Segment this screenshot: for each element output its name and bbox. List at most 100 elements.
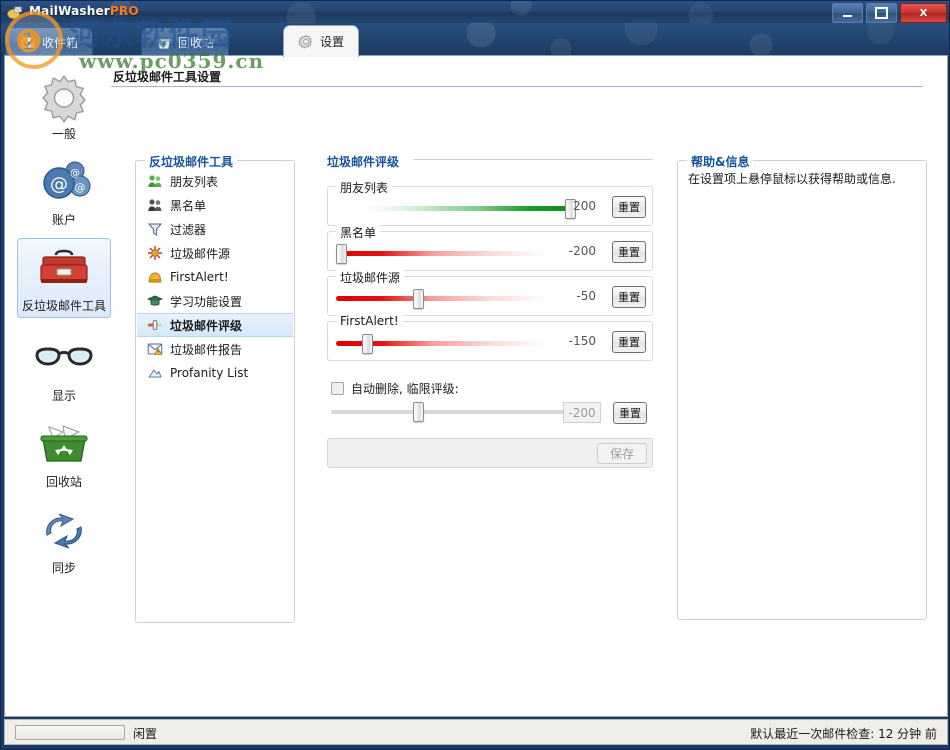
app-title-main: MailWasher: [29, 4, 110, 18]
rail-item-sync[interactable]: 同步: [17, 500, 111, 580]
status-bar: 闲置 默认最近一次邮件检查: 12 分钟 前: [4, 719, 948, 745]
settings-category-rail: 一般 @ @ @ 账户: [5, 56, 109, 716]
tool-item-learning-settings[interactable]: 学习功能设置: [137, 289, 293, 313]
spam-source-icon: [147, 245, 163, 261]
reset-button-auto-delete[interactable]: 重置: [613, 402, 647, 424]
slider-firstalert-track-area[interactable]: [336, 334, 548, 352]
tool-item-spam-rating[interactable]: 垃圾邮件评级: [137, 313, 293, 337]
spam-rating-legend: 垃圾邮件评级: [327, 153, 403, 170]
rail-item-antispam-tools-label: 反垃圾邮件工具: [22, 297, 106, 314]
rail-item-accounts[interactable]: @ @ @ 账户: [17, 152, 111, 232]
reset-button-spam-sources[interactable]: 重置: [612, 286, 646, 308]
tab-inbox[interactable]: 收件箱: [5, 27, 93, 57]
slider-firstalert-legend: FirstAlert!: [336, 314, 403, 328]
at-spheres-icon: @ @ @: [33, 157, 95, 209]
profanity-icon: [147, 365, 163, 381]
slider-blacklist-track-area[interactable]: [336, 244, 548, 262]
rail-item-general[interactable]: 一般: [17, 66, 111, 146]
auto-delete-checkbox-row[interactable]: 自动删除, 临限评级:: [331, 380, 459, 397]
tab-inbox-label: 收件箱: [42, 34, 78, 51]
antispam-tools-legend: 反垃圾邮件工具: [145, 153, 237, 170]
rail-item-display[interactable]: 显示: [17, 328, 111, 408]
tab-settings-label: 设置: [320, 33, 344, 50]
spam-rating-divider: [413, 159, 653, 160]
rail-item-antispam-tools[interactable]: 反垃圾邮件工具: [17, 238, 111, 318]
auto-delete-thumb[interactable]: [413, 402, 424, 422]
slider-firstalert-thumb[interactable]: [362, 334, 373, 354]
tab-recycle[interactable]: 回收站: [141, 27, 229, 57]
tab-settings[interactable]: 设置: [283, 25, 359, 57]
auto-delete-checkbox[interactable]: [331, 382, 344, 395]
app-title-suffix: PRO: [110, 4, 139, 18]
tool-item-filters[interactable]: 过滤器: [137, 217, 293, 241]
tool-item-blacklist[interactable]: 黑名单: [137, 193, 293, 217]
tool-item-firstalert-label: FirstAlert!: [170, 270, 229, 284]
rail-item-accounts-label: 账户: [52, 211, 76, 228]
friends-green-icon: [147, 173, 163, 189]
tool-item-profanity-list-label: Profanity List: [170, 366, 248, 380]
status-left-text: 闲置: [133, 725, 157, 742]
spam-rating-group: 垃圾邮件评级 朋友列表 200 重置 黑名单 -200: [327, 160, 653, 460]
help-info-text: 在设置项上悬停鼠标以获得帮助或信息.: [688, 171, 918, 188]
titlebar-bubbles-decoration: [1, 1, 950, 23]
window-controls: X: [832, 3, 947, 23]
auto-delete-slider-row: -200 重置: [327, 400, 653, 428]
graduation-cap-icon: [147, 293, 163, 309]
maximize-button[interactable]: [866, 3, 897, 23]
slider-friends-list-value: 200: [540, 199, 596, 213]
firstalert-bell-icon: [147, 269, 163, 285]
tool-item-spam-sources[interactable]: 垃圾邮件源: [137, 241, 293, 265]
auto-delete-label: 自动删除, 临限评级:: [351, 380, 459, 397]
slider-spam-sources-value: -50: [540, 289, 596, 303]
slider-spam-sources-track: [336, 296, 548, 301]
rail-item-recycle-bin[interactable]: 回收站: [17, 414, 111, 494]
slider-blacklist-thumb[interactable]: [336, 244, 347, 264]
save-bar: 保存: [327, 438, 653, 468]
tool-item-spam-rating-label: 垃圾邮件评级: [170, 317, 242, 334]
tool-item-spam-report[interactable]: 垃圾邮件报告: [137, 337, 293, 361]
auto-delete-value: -200: [563, 402, 601, 423]
reset-button-friends-list[interactable]: 重置: [612, 196, 646, 218]
slider-spam-sources-legend: 垃圾邮件源: [336, 269, 404, 286]
spam-report-icon: [147, 341, 163, 357]
close-button[interactable]: X: [900, 3, 947, 23]
filter-funnel-icon: [147, 221, 163, 237]
toolbox-icon: [33, 243, 95, 295]
slider-group-spam-sources: 垃圾邮件源 -50 重置: [327, 276, 653, 316]
reset-button-firstalert[interactable]: 重置: [612, 331, 646, 353]
slider-blacklist-track: [336, 251, 548, 256]
application-title: MailWasherPRO: [29, 4, 139, 18]
rail-item-sync-label: 同步: [52, 559, 76, 576]
tool-item-spam-report-label: 垃圾邮件报告: [170, 341, 242, 358]
reset-button-blacklist[interactable]: 重置: [612, 241, 646, 263]
slider-spam-sources-thumb[interactable]: [413, 289, 424, 309]
tool-item-firstalert[interactable]: FirstAlert!: [137, 265, 293, 289]
auto-delete-track-area[interactable]: [331, 402, 577, 420]
svg-text:@: @: [70, 168, 80, 179]
save-button[interactable]: 保存: [597, 443, 647, 464]
help-info-group: 帮助&信息 在设置项上悬停鼠标以获得帮助或信息.: [677, 160, 927, 620]
sync-arrows-icon: [33, 505, 95, 557]
tab-recycle-label: 回收站: [178, 34, 214, 51]
tool-item-learning-settings-label: 学习功能设置: [170, 293, 242, 310]
gear-icon: [33, 71, 95, 123]
rail-item-recycle-bin-label: 回收站: [46, 473, 82, 490]
tool-item-spam-sources-label: 垃圾邮件源: [170, 245, 230, 262]
application-window: MailWasherPRO X 收件箱 回收站: [0, 0, 950, 750]
rail-item-general-label: 一般: [52, 125, 76, 142]
tool-item-profanity-list[interactable]: Profanity List: [137, 361, 293, 385]
tool-item-friends-list-label: 朋友列表: [170, 173, 218, 190]
tool-item-filters-label: 过滤器: [170, 221, 206, 238]
rail-item-display-label: 显示: [52, 387, 76, 404]
recycle-bin-icon: [156, 35, 172, 51]
slider-group-friends-list: 朋友列表 200 重置: [327, 186, 653, 226]
slider-spam-sources-track-area[interactable]: [336, 289, 548, 307]
minimize-button[interactable]: [832, 3, 863, 23]
gear-icon: [298, 34, 314, 50]
help-info-legend: 帮助&信息: [687, 153, 753, 170]
antispam-tools-group: 反垃圾邮件工具 朋友列表 黑名单: [135, 160, 295, 623]
tool-item-friends-list[interactable]: 朋友列表: [137, 169, 293, 193]
title-bar: MailWasherPRO X: [1, 1, 950, 23]
slider-blacklist-legend: 黑名单: [336, 224, 380, 241]
antispam-tools-list: 朋友列表 黑名单 过滤器: [137, 169, 293, 385]
